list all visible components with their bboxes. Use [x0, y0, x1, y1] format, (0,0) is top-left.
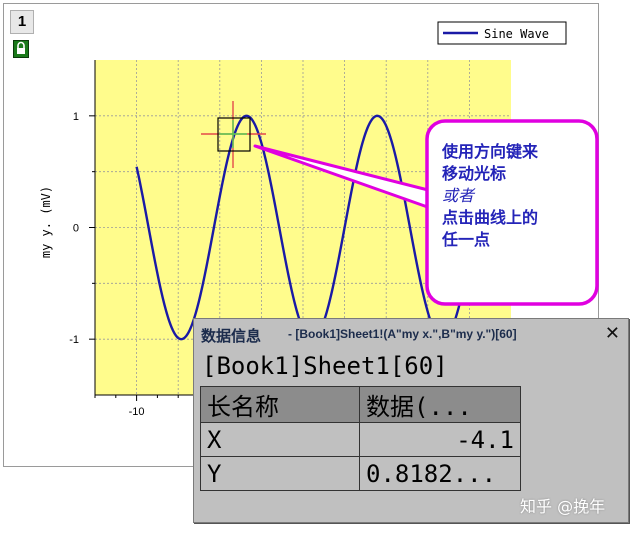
row-name-x: X — [200, 422, 360, 457]
data-info-table: 长名称 数据(... X -4.1 Y 0.8182... — [200, 386, 521, 491]
table-row: Y 0.8182... — [200, 456, 521, 491]
row-value-x: -4.1 — [359, 422, 521, 457]
data-info-location: [Book1]Sheet1[60] — [202, 352, 448, 380]
callout-line-4: 点击曲线上的 — [442, 208, 539, 227]
data-info-source: - [Book1]Sheet1!(A"my x.",B"my y.")[60] — [288, 327, 517, 341]
table-header-row: 长名称 数据(... — [200, 386, 521, 423]
column-header-long-name[interactable]: 长名称 — [200, 386, 360, 423]
callout-line-2: 移动光标 — [442, 164, 507, 183]
table-row: X -4.1 — [200, 422, 521, 457]
callout-line-3: 或者 — [442, 186, 475, 205]
legend[interactable]: Sine Wave — [437, 21, 567, 45]
watermark: 知乎 @挽年 — [520, 497, 606, 516]
column-header-data[interactable]: 数据(... — [359, 386, 521, 423]
x-tick-label: -10 — [129, 406, 145, 418]
close-icon[interactable]: ✕ — [605, 323, 620, 344]
data-info-title: 数据信息 — [201, 327, 262, 345]
row-name-y: Y — [200, 456, 360, 491]
callout-text: 使用方向键来 移动光标 或者 点击曲线上的 任一点 — [442, 141, 592, 251]
y-tick-label: -1 — [69, 334, 79, 346]
callout-line-5: 任一点 — [442, 230, 491, 249]
row-value-y: 0.8182... — [359, 456, 521, 491]
y-axis-label: my y. (mV) — [39, 186, 53, 258]
callout-line-1: 使用方向键来 — [442, 142, 539, 161]
legend-label: Sine Wave — [484, 27, 549, 41]
y-tick-label: 1 — [73, 111, 79, 123]
y-tick-label: 0 — [73, 223, 79, 235]
data-info-titlebar[interactable]: 数据信息 - [Book1]Sheet1!(A"my x.",B"my y.")… — [194, 319, 628, 349]
